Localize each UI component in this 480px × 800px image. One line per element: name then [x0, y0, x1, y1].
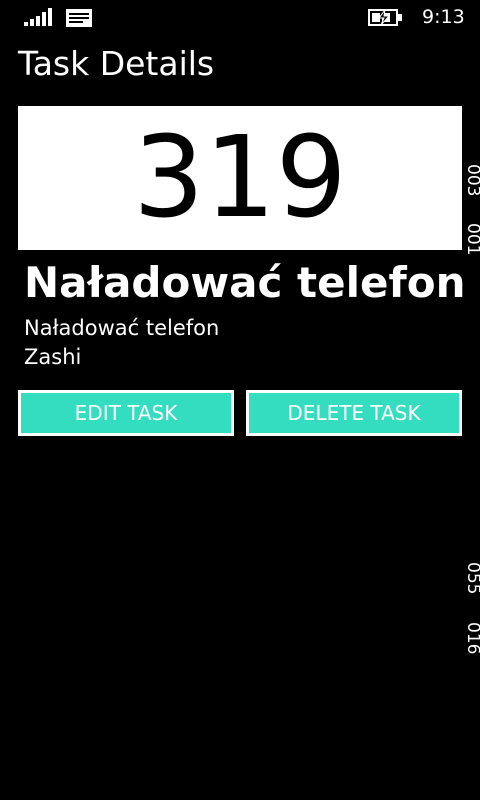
task-description: Naładować telefon — [24, 316, 220, 340]
task-number: 319 — [133, 113, 347, 243]
delete-task-button[interactable]: DELETE TASK — [246, 390, 462, 436]
signal-strength-icon — [24, 8, 52, 26]
side-label-1: 003 — [463, 164, 480, 197]
message-icon — [66, 9, 92, 27]
status-time: 9:13 — [422, 6, 465, 28]
page-title: Task Details — [18, 44, 215, 83]
task-number-card: 319 — [18, 106, 462, 250]
status-bar: 9:13 — [0, 0, 480, 36]
task-details-screen: 9:13 Task Details 319 003 001 055 016 Na… — [0, 0, 480, 800]
battery-charging-icon — [368, 9, 402, 26]
task-title: Naładować telefon — [24, 258, 466, 307]
task-owner: Zashi — [24, 345, 82, 369]
side-label-3: 055 — [463, 562, 480, 595]
side-label-2: 001 — [463, 223, 480, 256]
side-label-4: 016 — [463, 622, 480, 655]
edit-task-button[interactable]: EDIT TASK — [18, 390, 234, 436]
